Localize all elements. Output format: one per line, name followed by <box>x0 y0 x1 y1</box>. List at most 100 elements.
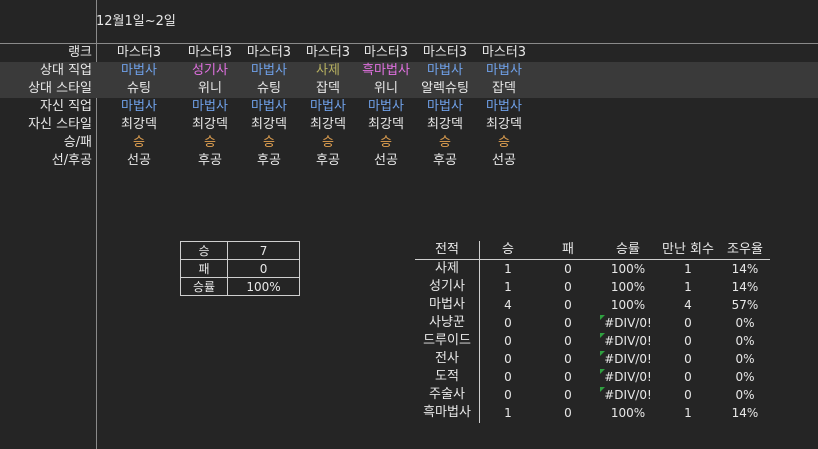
record-win: 4 <box>504 298 512 312</box>
game-result: 승 <box>380 135 392 150</box>
record-loss: 0 <box>564 406 572 420</box>
record-loss: 0 <box>564 334 572 348</box>
game-turn: 후공 <box>257 153 281 168</box>
win-value: 7 <box>227 241 300 260</box>
error-indicator-icon <box>600 369 605 374</box>
record-rate: #DIV/0! <box>604 370 652 384</box>
game-my-class: 마법사 <box>486 99 522 114</box>
game-my-class: 마법사 <box>427 99 463 114</box>
game-opp-style: 위니 <box>198 81 222 96</box>
record-enc: 14% <box>731 262 759 276</box>
game-my-style: 최강덱 <box>310 117 346 132</box>
row-label: 선/후공 <box>51 153 92 168</box>
game-opp-style: 슈팅 <box>257 81 281 96</box>
game-my-style: 최강덱 <box>251 117 287 132</box>
record-header: 패 <box>562 242 574 257</box>
record-enc: 0% <box>735 370 755 384</box>
game-opp-style: 알렉슈팅 <box>421 81 469 96</box>
record-rate: #DIV/0! <box>604 334 652 348</box>
game-result: 승 <box>133 135 145 150</box>
record-name: 전사 <box>435 351 459 366</box>
record-enc: 57% <box>731 298 759 312</box>
rate-value: 100% <box>227 277 300 296</box>
game-opp-class: 사제 <box>316 63 340 78</box>
record-win: 0 <box>504 388 512 402</box>
error-indicator-icon <box>600 387 605 392</box>
record-name: 사제 <box>435 261 459 276</box>
record-enc: 0% <box>735 352 755 366</box>
record-enc: 0% <box>735 316 755 330</box>
record-header: 전적 <box>435 242 459 257</box>
game-opp-class: 마법사 <box>121 63 157 78</box>
record-loss: 0 <box>564 262 572 276</box>
game-result: 승 <box>439 135 451 150</box>
record-loss: 0 <box>564 370 572 384</box>
record-win: 1 <box>504 280 512 294</box>
game-turn: 후공 <box>198 153 222 168</box>
record-win: 0 <box>504 334 512 348</box>
record-loss: 0 <box>564 388 572 402</box>
record-header: 만난 회수 <box>662 242 714 257</box>
win-label: 승 <box>179 241 229 260</box>
row-label: 상대 직업 <box>40 63 92 78</box>
game-rank: 마스터3 <box>422 45 468 60</box>
record-rate: #DIV/0! <box>604 388 652 402</box>
record-met: 4 <box>684 298 692 312</box>
game-my-style: 최강덱 <box>121 117 157 132</box>
game-my-style: 최강덱 <box>486 117 522 132</box>
record-met: 1 <box>684 406 692 420</box>
record-name: 주술사 <box>429 387 465 402</box>
game-opp-style: 잡덱 <box>316 81 340 96</box>
record-met: 0 <box>684 316 692 330</box>
record-win: 0 <box>504 316 512 330</box>
row-label: 자신 직업 <box>40 99 92 114</box>
record-met: 0 <box>684 334 692 348</box>
record-name: 도적 <box>435 369 459 384</box>
game-opp-class: 마법사 <box>251 63 287 78</box>
record-header-divider <box>415 259 770 260</box>
record-rate: 100% <box>610 406 646 420</box>
game-opp-style: 잡덱 <box>492 81 516 96</box>
record-met: 0 <box>684 388 692 402</box>
record-loss: 0 <box>564 352 572 366</box>
record-enc: 0% <box>735 388 755 402</box>
game-rank: 마스터3 <box>305 45 351 60</box>
record-met: 0 <box>684 352 692 366</box>
record-met: 1 <box>684 262 692 276</box>
record-header: 승률 <box>616 242 640 257</box>
game-my-style: 최강덱 <box>368 117 404 132</box>
record-name: 성기사 <box>429 279 465 294</box>
game-turn: 선공 <box>127 153 151 168</box>
game-rank: 마스터3 <box>116 45 162 60</box>
record-enc: 0% <box>735 334 755 348</box>
game-turn: 후공 <box>433 153 457 168</box>
rate-label: 승률 <box>179 277 229 296</box>
game-my-class: 마법사 <box>121 99 157 114</box>
game-result: 승 <box>322 135 334 150</box>
game-result: 승 <box>204 135 216 150</box>
record-rate: 100% <box>610 262 646 276</box>
loss-value: 0 <box>227 259 300 278</box>
row-label: 자신 스타일 <box>28 117 92 132</box>
record-enc: 14% <box>731 406 759 420</box>
game-my-style: 최강덱 <box>192 117 228 132</box>
row-label: 승/패 <box>63 135 92 150</box>
game-my-class: 마법사 <box>368 99 404 114</box>
game-opp-class: 마법사 <box>427 63 463 78</box>
game-rank: 마스터3 <box>363 45 409 60</box>
error-indicator-icon <box>600 315 605 320</box>
record-win: 1 <box>504 406 512 420</box>
game-turn: 선공 <box>374 153 398 168</box>
game-opp-style: 위니 <box>374 81 398 96</box>
record-name: 마법사 <box>429 297 465 312</box>
game-turn: 후공 <box>316 153 340 168</box>
game-rank: 마스터3 <box>481 45 527 60</box>
game-opp-style: 슈팅 <box>127 81 151 96</box>
game-result: 승 <box>263 135 275 150</box>
record-enc: 14% <box>731 280 759 294</box>
record-win: 0 <box>504 370 512 384</box>
record-name: 흑마법사 <box>423 405 471 420</box>
game-opp-class: 흑마법사 <box>362 63 410 78</box>
record-rate: 100% <box>610 280 646 294</box>
game-my-class: 마법사 <box>192 99 228 114</box>
